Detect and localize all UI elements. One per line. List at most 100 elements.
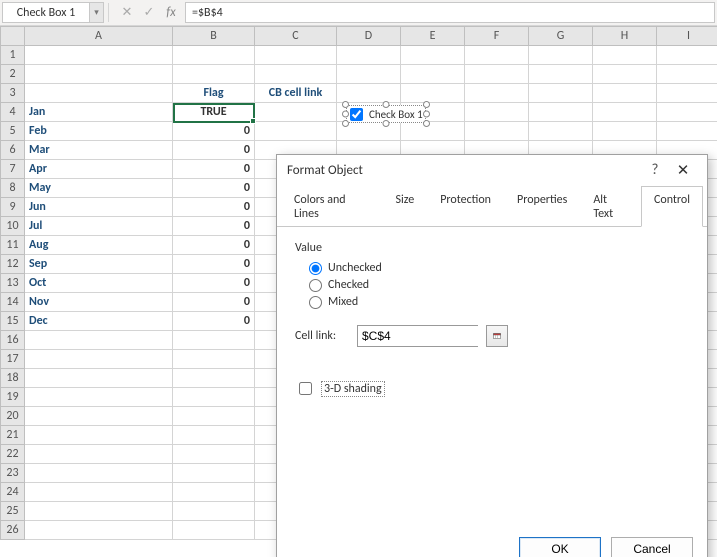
cell[interactable]: [173, 350, 255, 369]
col-header[interactable]: D: [337, 27, 401, 46]
cell[interactable]: [173, 521, 255, 540]
row-header[interactable]: 20: [1, 407, 25, 426]
cell[interactable]: [173, 483, 255, 502]
cell[interactable]: [25, 407, 173, 426]
cell[interactable]: [401, 84, 465, 103]
row-header[interactable]: 12: [1, 255, 25, 274]
cell[interactable]: 0: [173, 293, 255, 312]
cell[interactable]: [337, 46, 401, 65]
col-header[interactable]: F: [465, 27, 529, 46]
cell[interactable]: [401, 122, 465, 141]
checkbox-form-control-box[interactable]: [350, 108, 363, 121]
dialog-titlebar[interactable]: Format Object ? ✕: [277, 155, 707, 185]
tab-size[interactable]: Size: [383, 186, 428, 227]
row-header[interactable]: 11: [1, 236, 25, 255]
row-header[interactable]: 10: [1, 217, 25, 236]
cell[interactable]: [593, 46, 657, 65]
row-header[interactable]: 23: [1, 464, 25, 483]
cell[interactable]: 0: [173, 122, 255, 141]
cell[interactable]: 0: [173, 274, 255, 293]
cell[interactable]: [173, 46, 255, 65]
cell[interactable]: [529, 84, 593, 103]
cell[interactable]: [401, 65, 465, 84]
cell[interactable]: [25, 65, 173, 84]
cell[interactable]: 0: [173, 179, 255, 198]
cell[interactable]: [255, 103, 337, 122]
cell[interactable]: [255, 65, 337, 84]
tab-colors-and-lines[interactable]: Colors and Lines: [281, 186, 383, 227]
tab-control[interactable]: Control: [641, 186, 703, 227]
cell[interactable]: [25, 331, 173, 350]
cell[interactable]: Jul: [25, 217, 173, 236]
col-header[interactable]: H: [593, 27, 657, 46]
col-header[interactable]: B: [173, 27, 255, 46]
row-header[interactable]: 14: [1, 293, 25, 312]
cell[interactable]: Mar: [25, 141, 173, 160]
cell[interactable]: Dec: [25, 312, 173, 331]
cell[interactable]: [465, 46, 529, 65]
cell[interactable]: 0: [173, 160, 255, 179]
cancel-button[interactable]: Cancel: [611, 537, 693, 557]
name-box-dropdown-icon[interactable]: ▾: [89, 3, 103, 22]
row-header[interactable]: 26: [1, 521, 25, 540]
cell[interactable]: [25, 369, 173, 388]
col-header[interactable]: A: [25, 27, 173, 46]
shade-checkbox[interactable]: [299, 382, 312, 395]
cell[interactable]: [657, 103, 717, 122]
checkbox-form-control[interactable]: Check Box 1: [346, 105, 426, 123]
cell[interactable]: [25, 84, 173, 103]
cell[interactable]: May: [25, 179, 173, 198]
cell[interactable]: Apr: [25, 160, 173, 179]
row-header[interactable]: 4: [1, 103, 25, 122]
name-box[interactable]: Check Box 1 ▾: [2, 2, 104, 23]
row-header[interactable]: 7: [1, 160, 25, 179]
cell[interactable]: Nov: [25, 293, 173, 312]
row-header[interactable]: 15: [1, 312, 25, 331]
cell[interactable]: 0: [173, 217, 255, 236]
cell[interactable]: 0: [173, 255, 255, 274]
cell[interactable]: [25, 464, 173, 483]
cell[interactable]: [25, 445, 173, 464]
accept-formula-icon[interactable]: ✓: [141, 5, 157, 20]
cell[interactable]: [529, 65, 593, 84]
cell[interactable]: [25, 350, 173, 369]
cell[interactable]: TRUE: [173, 103, 255, 122]
cell-link-input[interactable]: [358, 326, 478, 346]
cell[interactable]: [337, 84, 401, 103]
cell[interactable]: Feb: [25, 122, 173, 141]
cell[interactable]: [25, 502, 173, 521]
cell[interactable]: Jan: [25, 103, 173, 122]
range-picker-button[interactable]: [486, 325, 508, 347]
cell[interactable]: [173, 65, 255, 84]
cell[interactable]: Flag: [173, 84, 255, 103]
cell[interactable]: [657, 84, 717, 103]
cell[interactable]: Oct: [25, 274, 173, 293]
cell[interactable]: [465, 84, 529, 103]
row-header[interactable]: 13: [1, 274, 25, 293]
tab-protection[interactable]: Protection: [427, 186, 504, 227]
cell[interactable]: 0: [173, 198, 255, 217]
cell[interactable]: [593, 84, 657, 103]
cell[interactable]: [173, 388, 255, 407]
cell[interactable]: [173, 407, 255, 426]
row-header[interactable]: 19: [1, 388, 25, 407]
row-header[interactable]: 17: [1, 350, 25, 369]
row-header[interactable]: 3: [1, 84, 25, 103]
row-header[interactable]: 6: [1, 141, 25, 160]
cell[interactable]: [529, 46, 593, 65]
radio-mixed[interactable]: [309, 296, 322, 309]
cell[interactable]: [593, 103, 657, 122]
col-header[interactable]: E: [401, 27, 465, 46]
cell[interactable]: [255, 122, 337, 141]
cell[interactable]: [337, 122, 401, 141]
cell[interactable]: [25, 388, 173, 407]
cell[interactable]: [173, 426, 255, 445]
cell[interactable]: Sep: [25, 255, 173, 274]
cell[interactable]: [25, 426, 173, 445]
cell[interactable]: [465, 122, 529, 141]
cell[interactable]: [529, 122, 593, 141]
cell[interactable]: 0: [173, 312, 255, 331]
select-all-corner[interactable]: [1, 27, 25, 46]
cell[interactable]: 0: [173, 141, 255, 160]
cell[interactable]: Jun: [25, 198, 173, 217]
